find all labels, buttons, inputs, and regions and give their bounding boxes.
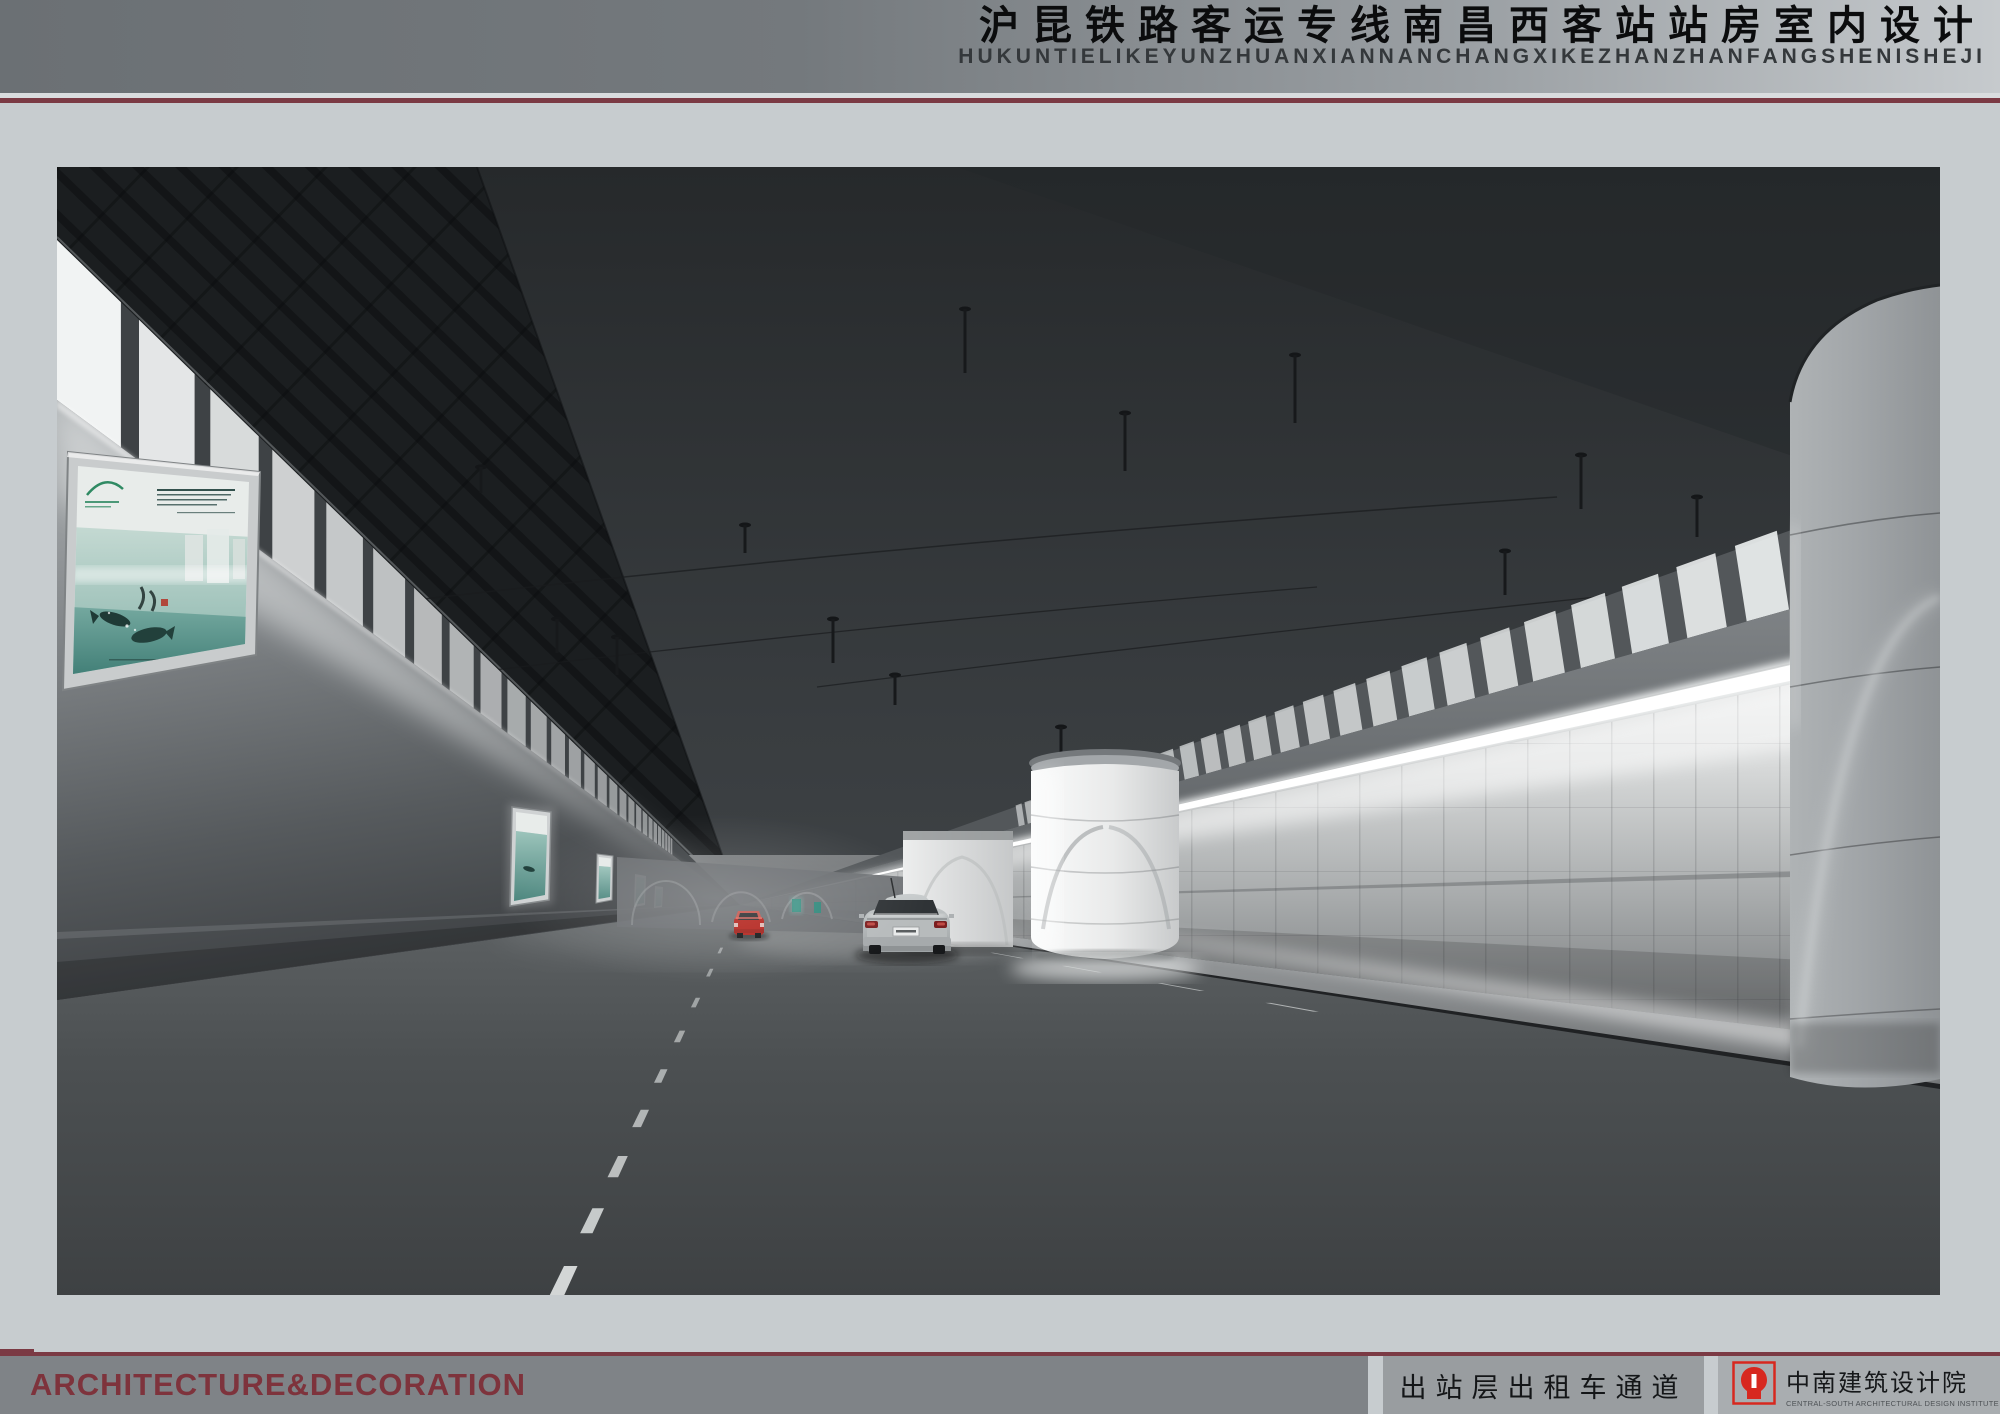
distance-haze <box>507 814 927 984</box>
footer: ARCHITECTURE&DECORATION 出站层出租车通道 中南建筑设计院… <box>0 1356 2000 1414</box>
header: 沪昆铁路客运专线南昌西客站站房室内设计 HUKUNTIELIKEYUNZHUAN… <box>0 0 2000 93</box>
brand-text: ARCHITECTURE&DECORATION <box>30 1367 526 1403</box>
rendering-image <box>57 167 1940 1295</box>
view-label: 出站层出租车通道 <box>1400 1366 1688 1405</box>
view-label-block: 出站层出租车通道 <box>1383 1356 1704 1414</box>
institute-name-en: CENTRAL-SOUTH ARCHITECTURAL DESIGN INSTI… <box>1786 1399 2000 1408</box>
page-title: 沪昆铁路客运专线南昌西客站站房室内设计 <box>958 4 1986 48</box>
tunnel-scene <box>57 167 1940 1295</box>
header-titles: 沪昆铁路客运专线南昌西客站站房室内设计 HUKUNTIELIKEYUNZHUAN… <box>958 4 1986 69</box>
column-right-large <box>1790 285 1940 1088</box>
presentation-board: 沪昆铁路客运专线南昌西客站站房室内设计 HUKUNTIELIKEYUNZHUAN… <box>0 0 2000 1414</box>
csadi-red-emblem-icon <box>1732 1361 1776 1410</box>
header-accent-rule <box>0 98 2000 103</box>
footer-brand-block: ARCHITECTURE&DECORATION <box>0 1356 1368 1414</box>
institute-names: 中南建筑设计院 CENTRAL-SOUTH ARCHITECTURAL DESI… <box>1786 1363 2000 1408</box>
page-subtitle: HUKUNTIELIKEYUNZHUANXIANNANCHANGXIKEZHAN… <box>958 45 1986 69</box>
column-middle <box>1010 749 1200 981</box>
billboard-large <box>63 452 260 690</box>
institute-block: 中南建筑设计院 CENTRAL-SOUTH ARCHITECTURAL DESI… <box>1718 1356 2000 1414</box>
institute-name-cn: 中南建筑设计院 <box>1786 1363 2000 1398</box>
